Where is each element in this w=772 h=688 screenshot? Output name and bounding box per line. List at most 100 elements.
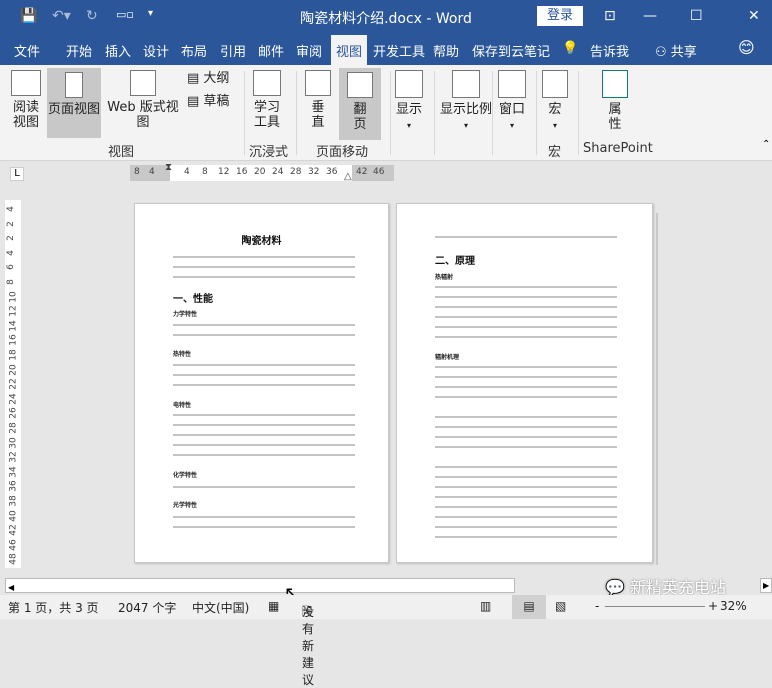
side-to-side-icon xyxy=(347,72,373,98)
text-line xyxy=(435,526,617,528)
tab-layout[interactable]: 布局 xyxy=(181,41,207,60)
horizontal-scrollbar[interactable]: ◀ xyxy=(5,578,515,593)
text-line xyxy=(435,326,617,328)
tab-review[interactable]: 审阅 xyxy=(296,41,322,60)
maximize-button[interactable]: ☐ xyxy=(690,8,703,24)
text-line xyxy=(173,334,355,336)
zoom-level[interactable]: 32% xyxy=(720,599,747,613)
text-line xyxy=(173,434,355,436)
tab-design[interactable]: 设计 xyxy=(143,41,169,60)
text-line xyxy=(173,424,355,426)
tab-developer[interactable]: 开发工具 xyxy=(373,41,425,60)
show-label: 显示 xyxy=(395,102,422,117)
heading-principle: 二、原理 xyxy=(435,256,475,267)
heading-mechanism: 辐射机理 xyxy=(435,354,460,361)
divider xyxy=(536,71,537,155)
group-label-immersive: 沉浸式 xyxy=(249,145,289,160)
collapse-ribbon-icon[interactable]: ⌃ xyxy=(762,139,770,150)
show-icon xyxy=(395,70,423,98)
heading-mechanical: 力学特性 xyxy=(173,311,198,318)
divider xyxy=(296,71,297,155)
macros-button[interactable]: 宏 ▾ xyxy=(540,70,570,133)
tab-insert[interactable]: 插入 xyxy=(105,41,131,60)
tab-references[interactable]: 引用 xyxy=(220,41,246,60)
heading-electrical: 电特性 xyxy=(173,402,192,409)
print-layout-button[interactable]: 页面视图 xyxy=(47,68,101,138)
page-2[interactable]: 二、原理 热辐射 辐射机理 xyxy=(396,203,653,563)
tab-file[interactable]: 文件 xyxy=(14,41,40,60)
accessibility-icon[interactable]: ▦ xyxy=(268,599,279,613)
vertical-button[interactable]: 垂 直 xyxy=(302,70,334,130)
read-mode-label: 阅读 视图 xyxy=(12,100,39,130)
tab-home[interactable]: 开始 xyxy=(66,41,92,60)
page-1[interactable]: 陶瓷材料 一、性能 力学特性 热特性 电特性 化学特性 光学特性 xyxy=(134,203,389,563)
login-button[interactable]: 登录 xyxy=(537,6,583,26)
ruler-tick: 4 xyxy=(5,206,16,212)
minimize-button[interactable]: — xyxy=(643,8,657,24)
heading-chemical: 化学特性 xyxy=(173,472,198,479)
text-line xyxy=(173,516,355,518)
share-button[interactable]: ⚇ 共享 xyxy=(655,41,697,60)
heading-performance: 一、性能 xyxy=(173,294,213,305)
tab-view[interactable]: 视图 xyxy=(331,35,368,65)
web-layout-label: Web 版式视图 xyxy=(107,100,179,130)
draft-button[interactable]: ▤ 草稿 xyxy=(187,94,229,109)
tab-save-to-cloud-notes[interactable]: 保存到云笔记 xyxy=(472,41,550,60)
smiley-feedback-icon[interactable]: 😊 xyxy=(738,38,755,57)
zoom-in-button[interactable]: + xyxy=(708,599,718,613)
word-count[interactable]: 2047 个字 xyxy=(118,599,176,616)
status-bar: 第 1 页，共 3 页 2047 个字 中文(中国) ▦ 🗎 没有新建议 ▥ ▤ … xyxy=(0,595,772,687)
vertical-ruler[interactable]: 4 2 2 4 6 8 10 12 14 16 18 20 22 24 26 28 30 32 34 36 38 40 42… xyxy=(5,200,21,568)
ribbon-display-options-icon[interactable]: ⊡ xyxy=(604,8,616,24)
tab-selector-button[interactable]: L xyxy=(10,167,24,181)
tab-tell-me[interactable]: 告诉我 xyxy=(590,41,629,60)
heading-optical: 光学特性 xyxy=(173,502,198,509)
divider xyxy=(492,71,493,155)
web-layout-button[interactable]: Web 版式视图 xyxy=(102,70,184,130)
read-mode-view-button[interactable]: ▥ xyxy=(480,599,491,613)
ruler-tick: 10 xyxy=(8,290,19,303)
page-count[interactable]: 第 1 页，共 3 页 xyxy=(8,599,99,616)
draft-label: 草稿 xyxy=(203,94,230,109)
show-button[interactable]: 显示 ▾ xyxy=(392,70,426,133)
ruler-tick: 12 xyxy=(8,305,19,317)
print-layout-view-button[interactable]: ▤ xyxy=(512,595,546,619)
language[interactable]: 中文(中国) xyxy=(192,599,249,616)
tab-help[interactable]: 帮助 xyxy=(433,41,459,60)
web-layout-view-button[interactable]: ▧ xyxy=(555,599,566,613)
text-line xyxy=(435,466,617,468)
zoom-label: 显示比例 xyxy=(439,102,492,117)
ruler-tick: 28 xyxy=(8,422,19,434)
learning-tools-button[interactable]: 学习 工具 xyxy=(250,70,284,130)
zoom-slider[interactable] xyxy=(605,606,705,607)
ruler-tick: 6 xyxy=(5,264,16,271)
ruler-tick: 22 xyxy=(8,378,19,390)
heading-thermal: 热特性 xyxy=(173,351,192,358)
page-icon xyxy=(65,72,83,98)
text-line xyxy=(435,366,617,368)
read-mode-button[interactable]: 阅读 视图 xyxy=(6,70,46,142)
zoom-button[interactable]: 显示比例 ▾ xyxy=(436,70,496,133)
text-line xyxy=(435,376,617,378)
side-to-side-button[interactable]: 翻 页 xyxy=(339,68,381,140)
close-button[interactable]: ✕ xyxy=(748,8,760,24)
ruler-tick: 26 xyxy=(8,407,19,420)
divider xyxy=(434,71,435,155)
text-line xyxy=(435,316,617,318)
right-indent-marker[interactable]: △ xyxy=(344,171,352,182)
ruler-tick: 30 xyxy=(8,436,19,449)
zoom-out-button[interactable]: - xyxy=(595,599,599,613)
horizontal-ruler[interactable]: 84 48 12 16 20 24 28 32 36 42 46 ⧗ △ xyxy=(130,162,394,182)
ruler-tick: 4 xyxy=(5,249,16,256)
window-icon xyxy=(498,70,526,98)
tab-mailings[interactable]: 邮件 xyxy=(258,41,284,60)
properties-button[interactable]: 属 性 xyxy=(598,70,632,132)
indent-marker[interactable]: ⧗ xyxy=(165,162,172,173)
scroll-right-button[interactable]: ▶ xyxy=(760,578,772,593)
outline-button[interactable]: ▤ 大纲 xyxy=(187,71,229,86)
text-line xyxy=(173,526,355,528)
text-line xyxy=(173,454,355,456)
window-button[interactable]: 窗口 ▾ xyxy=(495,70,529,133)
document-title: 陶瓷材料 xyxy=(241,236,282,247)
ruler-tick: 38 xyxy=(8,495,19,507)
